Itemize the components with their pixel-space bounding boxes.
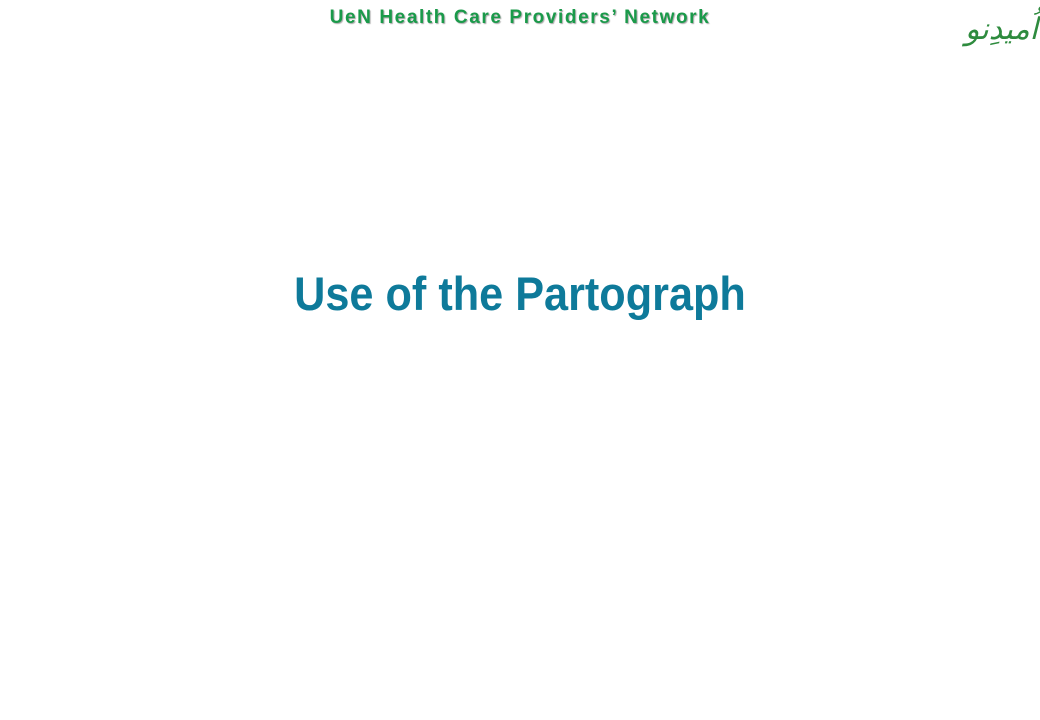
organization-logo: اُمیدِنو: [964, 8, 1038, 56]
slide-title: Use of the Partograph: [294, 267, 746, 320]
network-header-title: UeN Health Care Providers’ Network: [329, 7, 711, 28]
logo-calligraphy: اُمیدِنو: [964, 12, 1038, 47]
slide-canvas: UeN Health Care Providers’ Network اُمید…: [0, 0, 1040, 720]
